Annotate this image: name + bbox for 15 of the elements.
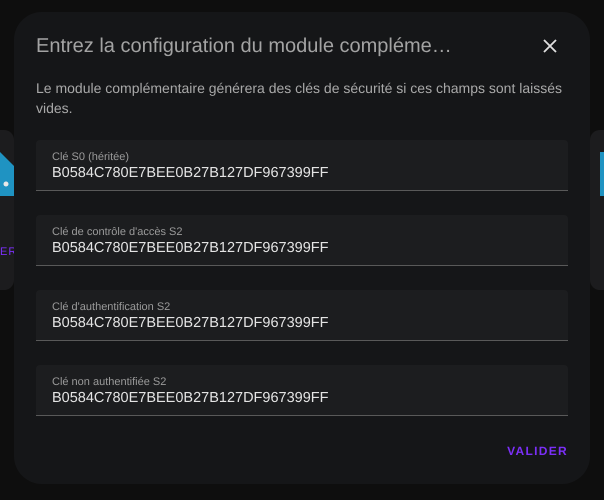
field-value[interactable]: B0584C780E7BEE0B27B127DF967399FF	[52, 315, 552, 331]
field-value[interactable]: B0584C780E7BEE0B27B127DF967399FF	[52, 240, 552, 256]
dialog-title: Entrez la configuration du module compléme…	[36, 34, 452, 58]
text-field[interactable]: Clé S0 (héritée) B0584C780E7BEE0B27B127DF967399FF	[36, 140, 568, 191]
text-field[interactable]: Clé d'authentification S2 B0584C780E7BEE0B27B127DF967399FF	[36, 290, 568, 341]
text-field[interactable]: Clé de contrôle d'accès S2 B0584C780E7BEE0B27B127DF967399FF	[36, 215, 568, 266]
field-label: Clé S0 (héritée)	[52, 151, 130, 163]
field-label: Clé de contrôle d'accès S2	[52, 226, 184, 238]
description: Le module complémentaire générera des clés de sécurité si ces champs sont laissés vides.	[36, 79, 564, 118]
close-icon	[543, 39, 557, 53]
field-label: Clé d'authentification S2	[52, 301, 172, 313]
field-value[interactable]: B0584C780E7BEE0B27B127DF967399FF	[52, 390, 552, 406]
field-label: Clé non authentifiée S2	[52, 376, 168, 388]
text-field[interactable]: Clé non authentifiée S2 B0584C780E7BEE0B27B127DF967399FF	[36, 365, 568, 416]
field-value[interactable]: B0584C780E7BEE0B27B127DF967399FF	[52, 165, 552, 181]
